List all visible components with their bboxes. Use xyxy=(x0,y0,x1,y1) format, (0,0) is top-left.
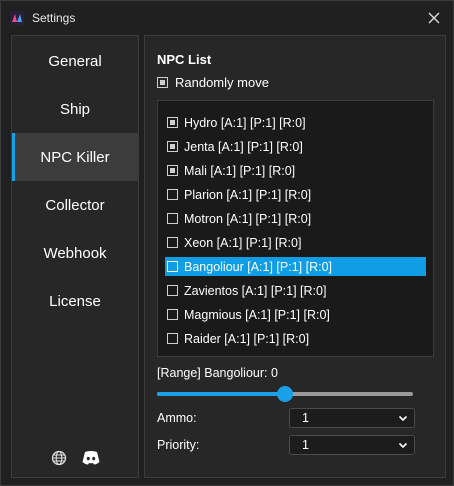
chevron-down-icon xyxy=(398,415,408,422)
checkbox-icon[interactable] xyxy=(167,165,178,176)
chevron-down-icon xyxy=(398,442,408,449)
sidebar-footer xyxy=(12,447,138,469)
language-button[interactable] xyxy=(48,447,70,469)
discord-icon xyxy=(82,451,100,465)
npc-killer-panel: NPC List Randomly move Hydro [A:1] [P:1]… xyxy=(144,35,446,478)
slider-thumb[interactable] xyxy=(277,386,293,402)
list-item-label: Bangoliour [A:1] [P:1] [R:0] xyxy=(184,259,332,274)
list-item-label: Raider [A:1] [P:1] [R:0] xyxy=(184,331,310,346)
checkbox-icon[interactable] xyxy=(167,237,178,248)
select-value: 1 xyxy=(302,411,309,425)
checkbox-icon[interactable] xyxy=(167,117,178,128)
sidebar: General Ship NPC Killer Collector Webhoo… xyxy=(11,35,139,478)
list-item[interactable]: Hydro [A:1] [P:1] [R:0] xyxy=(165,113,426,132)
sidebar-item-label: NPC Killer xyxy=(40,148,110,166)
list-item-label: Motron [A:1] [P:1] [R:0] xyxy=(184,211,312,226)
randomly-move-checkbox[interactable]: Randomly move xyxy=(157,75,269,90)
sidebar-item-ship[interactable]: Ship xyxy=(12,85,138,133)
list-item[interactable]: Magmious [A:1] [P:1] [R:0] xyxy=(165,305,426,324)
checkbox-icon[interactable] xyxy=(167,213,178,224)
checkbox-icon[interactable] xyxy=(167,141,178,152)
title-bar: Settings xyxy=(1,1,453,35)
sidebar-item-label: General xyxy=(48,52,102,70)
window-title: Settings xyxy=(32,11,76,25)
priority-select[interactable]: 1 xyxy=(289,435,415,455)
globe-icon xyxy=(51,450,67,466)
sidebar-item-label: Webhook xyxy=(43,244,107,262)
list-item[interactable]: Jenta [A:1] [P:1] [R:0] xyxy=(165,137,426,156)
list-item-label: Jenta [A:1] [P:1] [R:0] xyxy=(184,139,303,154)
checkbox-icon[interactable] xyxy=(167,285,178,296)
checkbox-icon[interactable] xyxy=(167,309,178,320)
slider-fill xyxy=(157,392,285,396)
sidebar-item-label: Collector xyxy=(45,196,105,214)
sidebar-item-npc-killer[interactable]: NPC Killer xyxy=(12,133,138,181)
priority-label: Priority: xyxy=(157,438,200,452)
list-item[interactable]: Plarion [A:1] [P:1] [R:0] xyxy=(165,185,426,204)
list-item[interactable]: Zavientos [A:1] [P:1] [R:0] xyxy=(165,281,426,300)
range-label: [Range] Bangoliour: 0 xyxy=(157,366,278,380)
list-item-label: Mali [A:1] [P:1] [R:0] xyxy=(184,163,296,178)
app-logo-icon xyxy=(10,11,24,25)
sidebar-item-label: Ship xyxy=(59,100,91,118)
sidebar-item-license[interactable]: License xyxy=(12,277,138,325)
range-slider[interactable] xyxy=(157,386,413,402)
discord-button[interactable] xyxy=(80,447,102,469)
checkbox-icon[interactable] xyxy=(167,189,178,200)
checkbox-icon[interactable] xyxy=(167,333,178,344)
ammo-select[interactable]: 1 xyxy=(289,408,415,428)
list-item-label: Xeon [A:1] [P:1] [R:0] xyxy=(184,235,302,250)
list-item[interactable]: Motron [A:1] [P:1] [R:0] xyxy=(165,209,426,228)
sidebar-item-general[interactable]: General xyxy=(12,37,138,85)
checkbox-icon xyxy=(157,77,168,88)
sidebar-item-webhook[interactable]: Webhook xyxy=(12,229,138,277)
select-value: 1 xyxy=(302,438,309,452)
list-item-label: Zavientos [A:1] [P:1] [R:0] xyxy=(184,283,327,298)
sidebar-item-collector[interactable]: Collector xyxy=(12,181,138,229)
list-item-label: Magmious [A:1] [P:1] [R:0] xyxy=(184,307,330,322)
checkbox-label: Randomly move xyxy=(175,75,269,90)
close-icon xyxy=(428,12,440,24)
list-item[interactable]: Mali [A:1] [P:1] [R:0] xyxy=(165,161,426,180)
list-item[interactable]: Raider [A:1] [P:1] [R:0] xyxy=(165,329,426,348)
checkbox-icon[interactable] xyxy=(167,261,178,272)
ammo-label: Ammo: xyxy=(157,411,197,425)
list-item-label: Hydro [A:1] [P:1] [R:0] xyxy=(184,115,306,130)
close-button[interactable] xyxy=(421,5,447,31)
list-item-selected[interactable]: Bangoliour [A:1] [P:1] [R:0] xyxy=(165,257,426,276)
settings-window: Settings General Ship NPC Killer Collect… xyxy=(0,0,454,486)
list-item[interactable]: Xeon [A:1] [P:1] [R:0] xyxy=(165,233,426,252)
section-title: NPC List xyxy=(157,52,212,67)
sidebar-item-label: License xyxy=(49,292,101,310)
list-item-label: Plarion [A:1] [P:1] [R:0] xyxy=(184,187,312,202)
npc-list[interactable]: Hydro [A:1] [P:1] [R:0] Jenta [A:1] [P:1… xyxy=(157,100,434,357)
